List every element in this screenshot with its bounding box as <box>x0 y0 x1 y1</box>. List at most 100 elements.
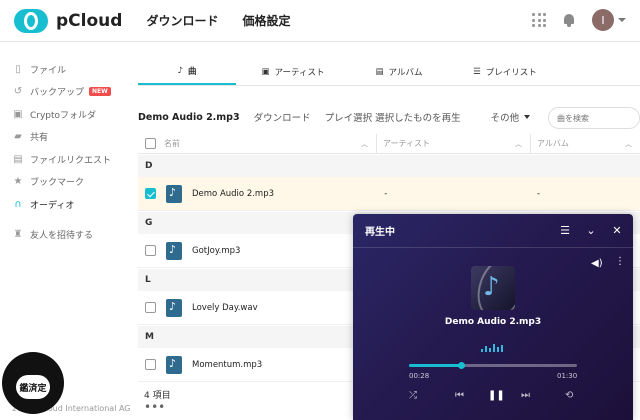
sort-asc-icon[interactable]: ︿ <box>515 139 522 149</box>
row-name[interactable]: Lovely Day.wav <box>192 303 380 313</box>
sidebar-item-bookmarks[interactable]: ★ ブックマーク <box>0 171 130 194</box>
new-badge: NEW <box>89 87 111 97</box>
sidebar: ▯ ファイル ↺ バックアップ NEW ▣ Cryptoフォルダ ▰ 共有 ▤ … <box>0 58 130 246</box>
tab-label: アルバム <box>388 67 423 78</box>
sidebar-item-backup[interactable]: ↺ バックアップ NEW <box>0 81 130 104</box>
sort-asc-icon[interactable]: ︿ <box>625 139 632 149</box>
next-icon[interactable]: ⏭ <box>521 390 530 401</box>
sidebar-item-files[interactable]: ▯ ファイル <box>0 58 130 81</box>
note-icon: ♪ <box>177 65 183 76</box>
apps-grid-icon[interactable] <box>532 13 546 27</box>
tab-playlists[interactable]: ☰ プレイリスト <box>456 58 554 85</box>
top-nav: ダウンロード 価格設定 <box>146 12 290 29</box>
chevron-down-icon[interactable]: ⌄ <box>585 224 597 237</box>
column-album-header[interactable]: アルバム <box>537 138 569 149</box>
row-checkbox[interactable] <box>145 302 156 313</box>
volume-icon[interactable]: ◀) <box>591 258 603 269</box>
audio-file-icon <box>166 298 182 317</box>
audio-file-icon <box>166 184 182 203</box>
current-time: 00:28 <box>409 372 430 380</box>
chevron-down-icon <box>618 18 626 22</box>
sort-asc-icon[interactable]: ︿ <box>361 139 368 149</box>
more-actions-label: その他 <box>490 113 520 124</box>
row-name[interactable]: Momentum.mp3 <box>192 360 380 370</box>
account-menu[interactable]: I <box>592 9 626 31</box>
history-icon: ↺ <box>13 86 23 98</box>
bell-icon[interactable] <box>562 13 576 27</box>
queue-list-icon[interactable]: ☰ <box>559 224 571 237</box>
nav-pricing[interactable]: 価格設定 <box>242 12 290 29</box>
sidebar-item-file-request[interactable]: ▤ ファイルリクエスト <box>0 148 130 171</box>
audio-file-icon <box>166 355 182 374</box>
row-checkbox[interactable] <box>145 359 156 370</box>
now-playing-track: Demo Audio 2.mp3 <box>444 317 542 327</box>
column-artist-header[interactable]: アーティスト <box>383 138 430 149</box>
table-header: 名前 ︿ アーティスト ︿ アルバム ︿ <box>138 133 640 154</box>
sidebar-item-label: ファイル <box>30 65 67 76</box>
music-note-icon: ♪ <box>483 272 500 302</box>
pcloud-logo[interactable]: pCloud <box>14 8 122 33</box>
row-name[interactable]: Demo Audio 2.mp3 <box>192 189 378 199</box>
close-icon[interactable]: ✕ <box>611 224 623 237</box>
sidebar-item-label: Cryptoフォルダ <box>30 110 97 121</box>
row-checkbox[interactable] <box>145 188 156 199</box>
sidebar-item-shared[interactable]: ▰ 共有 <box>0 126 130 149</box>
star-icon: ★ <box>13 176 23 188</box>
more-dots-icon[interactable]: ••• <box>144 400 165 414</box>
progress-bar[interactable] <box>409 361 577 369</box>
artist-icon: ▣ <box>261 66 270 77</box>
nav-download[interactable]: ダウンロード <box>146 12 218 29</box>
pcloud-logo-icon <box>14 8 48 33</box>
repeat-icon[interactable]: ⟲ <box>565 390 573 401</box>
player-title: 再生中 <box>365 227 395 238</box>
more-actions-dropdown[interactable]: その他 <box>491 110 531 124</box>
headphones-icon: ∩ <box>14 198 22 210</box>
sidebar-item-crypto[interactable]: ▣ Cryptoフォルダ <box>0 103 130 126</box>
audio-tabs: ♪ 曲 ▣ アーティスト ▤ アルバム ☰ プレイリスト <box>138 58 640 86</box>
tab-songs[interactable]: ♪ 曲 <box>138 58 236 85</box>
sidebar-item-label: ファイルリクエスト <box>30 155 112 166</box>
column-name-header[interactable]: 名前 <box>164 138 180 149</box>
row-album: - <box>536 188 541 199</box>
play-selected-button[interactable]: プレイ選択 選択したものを再生 <box>325 110 461 124</box>
avatar[interactable]: I <box>592 9 614 31</box>
more-vertical-icon[interactable]: ⋮ <box>615 256 625 267</box>
album-icon: ▤ <box>375 66 384 77</box>
album-cover: ♪ <box>471 266 515 310</box>
now-playing-panel: 再生中 ☰ ⌄ ✕ ◀) ⋮ ♪ Demo Audio 2.mp3 00:28 … <box>353 214 633 420</box>
tab-artists[interactable]: ▣ アーティスト <box>244 58 342 85</box>
equalizer-icon <box>481 342 503 352</box>
file-request-icon: ▤ <box>13 153 23 165</box>
selected-file-name: Demo Audio 2.mp3 <box>138 111 240 123</box>
audio-file-icon <box>166 241 182 260</box>
playlist-icon: ☰ <box>473 66 481 77</box>
tab-label: アーティスト <box>274 67 325 78</box>
select-all-checkbox[interactable] <box>145 138 156 149</box>
player-header: 再生中 ☰ ⌄ ✕ <box>353 214 633 248</box>
table-row[interactable]: Demo Audio 2.mp3 - - <box>138 177 640 211</box>
sidebar-item-invite[interactable]: ♜ 友人を招待する <box>0 224 130 247</box>
tab-albums[interactable]: ▤ アルバム <box>350 58 448 85</box>
download-button[interactable]: ダウンロード <box>254 110 311 124</box>
sidebar-item-audio[interactable]: ∩ オーディオ <box>0 193 130 216</box>
tab-label: 曲 <box>187 66 197 77</box>
pause-icon[interactable]: ❚❚ <box>488 390 505 401</box>
total-time: 01:30 <box>557 372 578 380</box>
song-search-input[interactable] <box>548 107 640 129</box>
top-bar: pCloud ダウンロード 価格設定 I <box>0 0 640 42</box>
previous-icon[interactable]: ⏮ <box>455 390 464 401</box>
tab-label: プレイリスト <box>485 67 537 78</box>
row-artist: - <box>384 188 388 199</box>
shuffle-icon[interactable]: ⤮ <box>409 390 417 401</box>
sidebar-item-label: 友人を招待する <box>30 231 94 242</box>
sidebar-item-label: ブックマーク <box>30 178 85 189</box>
row-name[interactable]: GotJoy.mp3 <box>192 246 380 256</box>
sidebar-item-label: オーディオ <box>30 200 75 211</box>
apple-seal-logo: 鑑済定 <box>2 352 64 414</box>
seal-stamp: 鑑済定 <box>16 375 50 399</box>
progress-handle[interactable] <box>458 361 466 369</box>
progress-fill <box>409 364 462 367</box>
group-header: D <box>138 155 640 177</box>
row-checkbox[interactable] <box>145 245 156 256</box>
chevron-down-icon <box>524 115 531 119</box>
